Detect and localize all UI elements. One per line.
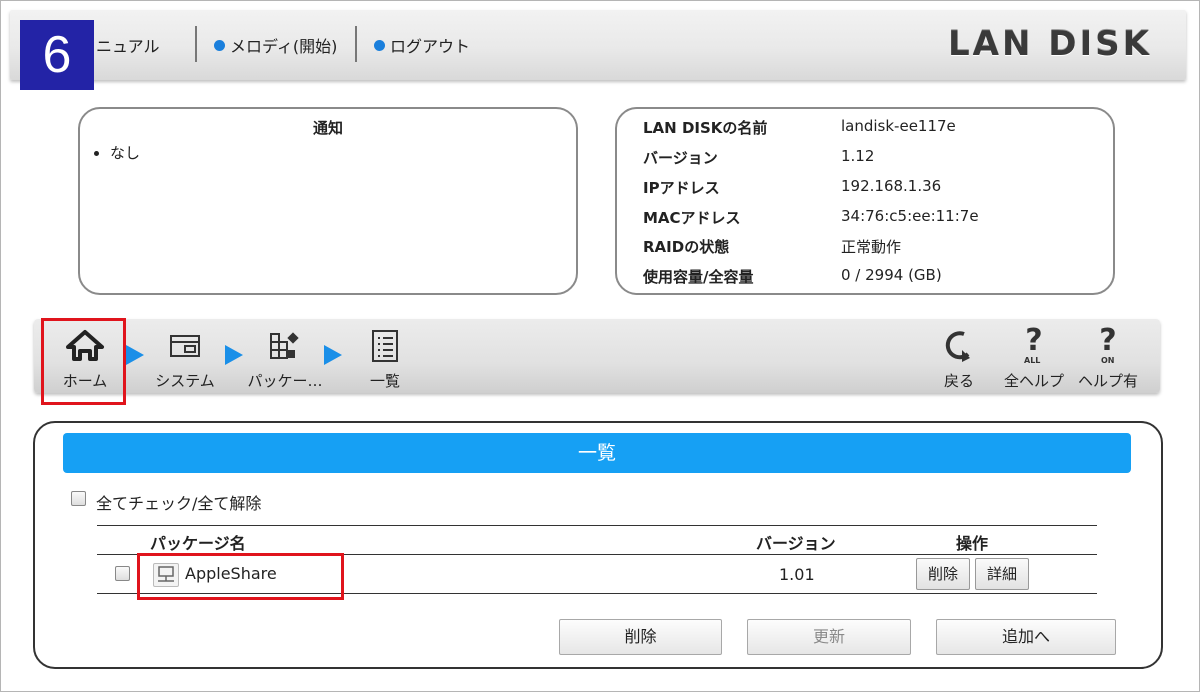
delete-button[interactable]: 削除 xyxy=(559,619,722,655)
breadcrumb-label: パッケー… xyxy=(247,372,323,390)
help-all-badge: ALL xyxy=(1024,356,1041,365)
lan-disk-logo: LAN DISK xyxy=(948,24,1152,64)
breadcrumb-arrow-icon xyxy=(324,345,342,365)
row-checkbox[interactable] xyxy=(115,566,130,581)
check-all-checkbox[interactable] xyxy=(71,491,86,506)
breadcrumb-label: システム xyxy=(155,372,215,390)
logout-link[interactable]: ログアウト xyxy=(374,33,470,57)
info-value: 正常動作 xyxy=(841,238,902,256)
info-row-capacity: 使用容量/全容量 0 / 2994 (GB) xyxy=(643,266,942,287)
info-row-name: LAN DISKの名前 landisk-ee117e xyxy=(643,117,956,138)
device-info-box: LAN DISKの名前 landisk-ee117e バージョン 1.12 IP… xyxy=(615,107,1115,295)
header-divider xyxy=(355,26,357,62)
back-icon xyxy=(930,326,988,366)
bullet-dot-icon xyxy=(374,39,385,51)
logout-link-label: ログアウト xyxy=(390,37,471,56)
help-all-icon: ? ALL xyxy=(1024,323,1043,366)
breadcrumb-arrow-icon xyxy=(126,345,144,365)
help-on-button[interactable]: ? ON ヘルプ有 xyxy=(1076,326,1140,391)
breadcrumb-list[interactable]: 一覧 xyxy=(355,326,415,391)
notice-box: 通知 なし xyxy=(78,107,578,295)
breadcrumb-arrow-icon xyxy=(225,345,243,365)
info-value: 34:76:c5:ee:11:7e xyxy=(841,207,979,225)
info-key: MACアドレス xyxy=(643,209,741,227)
info-value: 192.168.1.36 xyxy=(841,177,942,195)
system-window-icon xyxy=(148,326,222,366)
back-label: 戻る xyxy=(943,372,974,390)
breadcrumb-package[interactable]: パッケー… xyxy=(245,326,325,391)
notice-item: なし xyxy=(110,142,576,163)
info-key: IPアドレス xyxy=(643,179,720,197)
column-header-actions: 操作 xyxy=(956,534,989,553)
manual-link-label: ニュアル xyxy=(96,37,160,56)
update-button[interactable]: 更新 xyxy=(747,619,911,655)
row-detail-button[interactable]: 詳細 xyxy=(975,558,1029,590)
notice-list: なし xyxy=(80,142,576,163)
breadcrumb-system[interactable]: システム xyxy=(148,326,222,391)
home-highlight-box xyxy=(41,318,126,405)
package-icon xyxy=(245,326,325,366)
list-icon xyxy=(355,326,415,366)
info-key: バージョン xyxy=(643,149,718,167)
info-value: landisk-ee117e xyxy=(841,117,956,135)
melody-link[interactable]: メロディ(開始) xyxy=(214,33,337,57)
help-all-label: 全ヘルプ xyxy=(1003,372,1064,390)
table-top-border xyxy=(97,525,1097,526)
manual-link[interactable]: ニュアル xyxy=(96,33,160,57)
melody-link-label: メロディ(開始) xyxy=(230,37,338,56)
bullet-dot-icon xyxy=(214,39,225,51)
info-row-ip: IPアドレス 192.168.1.36 xyxy=(643,177,941,198)
info-value: 1.12 xyxy=(841,147,875,165)
info-row-version: バージョン 1.12 xyxy=(643,147,874,168)
package-highlight-box xyxy=(137,553,344,600)
help-all-button[interactable]: ? ALL 全ヘルプ xyxy=(1002,326,1066,391)
column-header-package-name: パッケージ名 xyxy=(150,534,246,553)
column-header-version: バージョン xyxy=(756,534,836,553)
help-on-label: ヘルプ有 xyxy=(1077,372,1138,390)
info-key: RAIDの状態 xyxy=(643,238,730,256)
info-key: LAN DISKの名前 xyxy=(643,119,768,137)
info-value: 0 / 2994 (GB) xyxy=(841,266,942,284)
breadcrumb-label: 一覧 xyxy=(369,372,400,390)
step-number-badge: 6 xyxy=(20,20,94,90)
panel-title: 一覧 xyxy=(63,433,1131,473)
help-on-icon: ? ON xyxy=(1099,323,1117,366)
package-version: 1.01 xyxy=(779,565,815,584)
header-divider xyxy=(195,26,197,62)
check-all-label: 全てチェック/全て解除 xyxy=(96,494,262,513)
back-button[interactable]: 戻る xyxy=(930,326,988,391)
info-row-raid: RAIDの状態 正常動作 xyxy=(643,236,901,257)
add-button[interactable]: 追加へ xyxy=(936,619,1116,655)
info-key: 使用容量/全容量 xyxy=(643,268,754,286)
notice-title: 通知 xyxy=(312,119,343,137)
help-on-badge: ON xyxy=(1101,356,1115,365)
info-row-mac: MACアドレス 34:76:c5:ee:11:7e xyxy=(643,207,979,228)
row-delete-button[interactable]: 削除 xyxy=(916,558,970,590)
